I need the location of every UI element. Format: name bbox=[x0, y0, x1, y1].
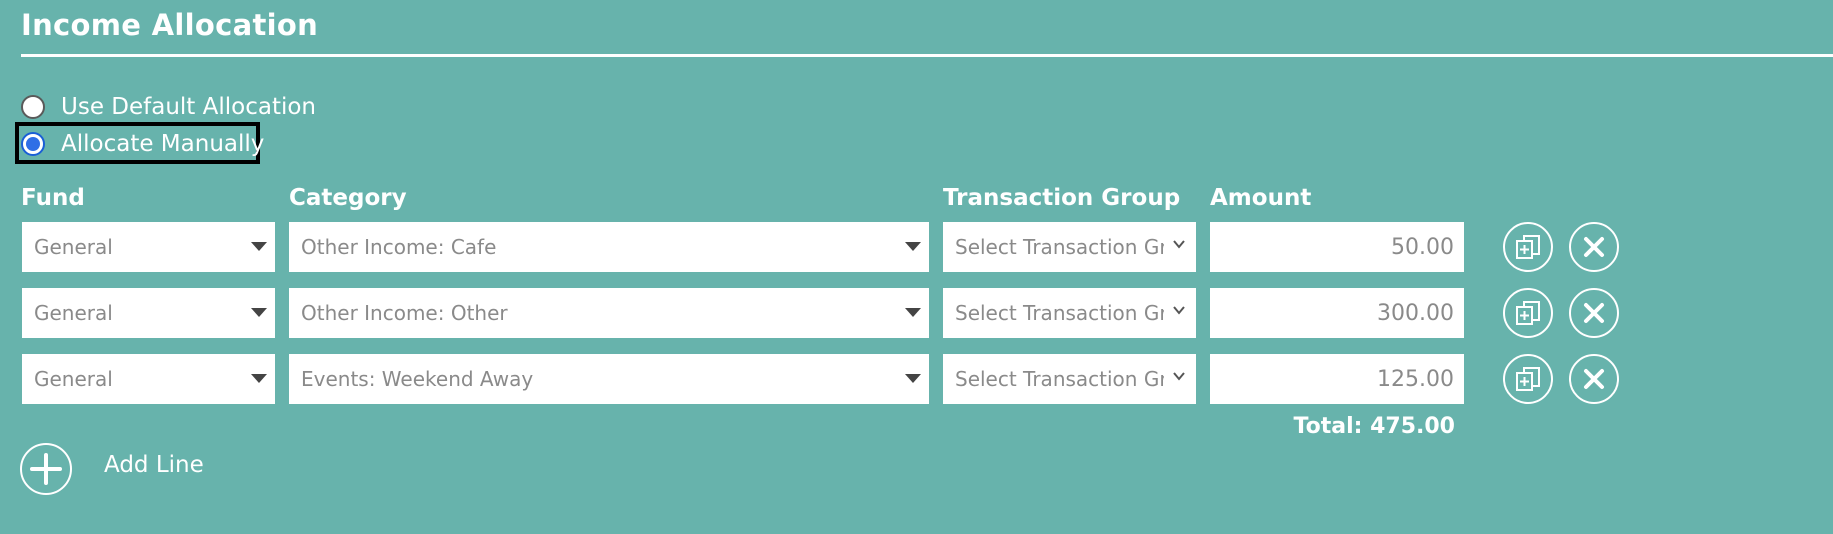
copy-line-icon bbox=[1516, 367, 1540, 391]
transaction-group-select-value: Select Transaction Grc bbox=[955, 367, 1164, 391]
remove-line-button[interactable] bbox=[1569, 288, 1619, 338]
fund-select[interactable]: General bbox=[22, 222, 275, 272]
caret-down-icon bbox=[905, 242, 921, 251]
category-select[interactable]: Other Income: Other bbox=[289, 288, 929, 338]
category-select-value: Events: Weekend Away bbox=[301, 367, 534, 391]
column-header-category: Category bbox=[289, 185, 407, 211]
radio-button-default[interactable] bbox=[21, 95, 45, 119]
add-line-label[interactable]: Add Line bbox=[104, 452, 204, 478]
caret-down-icon bbox=[905, 308, 921, 317]
fund-select-value: General bbox=[34, 235, 113, 259]
column-header-amount: Amount bbox=[1210, 185, 1312, 211]
fund-select-value: General bbox=[34, 367, 113, 391]
plus-icon bbox=[30, 453, 62, 485]
copy-line-icon bbox=[1516, 235, 1540, 259]
transaction-group-select[interactable]: Select Transaction Grc bbox=[943, 222, 1196, 272]
amount-input[interactable]: 125.00 bbox=[1210, 354, 1464, 404]
remove-line-icon bbox=[1584, 237, 1604, 257]
title-divider bbox=[21, 54, 1833, 57]
transaction-group-select-value: Select Transaction Grc bbox=[955, 235, 1164, 259]
column-header-fund: Fund bbox=[21, 185, 85, 211]
copy-line-button[interactable] bbox=[1503, 288, 1553, 338]
caret-down-icon bbox=[251, 308, 267, 317]
category-select[interactable]: Events: Weekend Away bbox=[289, 354, 929, 404]
amount-input[interactable]: 50.00 bbox=[1210, 222, 1464, 272]
remove-line-button[interactable] bbox=[1569, 222, 1619, 272]
remove-line-icon bbox=[1584, 369, 1604, 389]
category-select-value: Other Income: Cafe bbox=[301, 235, 497, 259]
remove-line-button[interactable] bbox=[1569, 354, 1619, 404]
caret-down-icon bbox=[251, 242, 267, 251]
transaction-group-select-value: Select Transaction Grc bbox=[955, 301, 1164, 325]
transaction-group-select[interactable]: Select Transaction Grc bbox=[943, 288, 1196, 338]
column-header-transaction-group: Transaction Group bbox=[943, 185, 1181, 211]
section-title: Income Allocation bbox=[21, 8, 319, 42]
radio-label-manual: Allocate Manually bbox=[61, 131, 265, 157]
radio-use-default[interactable]: Use Default Allocation bbox=[21, 90, 316, 124]
copy-line-button[interactable] bbox=[1503, 222, 1553, 272]
amount-input[interactable]: 300.00 bbox=[1210, 288, 1464, 338]
radio-button-manual[interactable] bbox=[21, 132, 45, 156]
radio-label-default: Use Default Allocation bbox=[61, 94, 317, 120]
remove-line-icon bbox=[1584, 303, 1604, 323]
fund-select-value: General bbox=[34, 301, 113, 325]
add-line-button[interactable] bbox=[20, 443, 72, 495]
caret-down-icon bbox=[251, 374, 267, 383]
fund-select[interactable]: General bbox=[22, 354, 275, 404]
transaction-group-select[interactable]: Select Transaction Grc bbox=[943, 354, 1196, 404]
copy-line-button[interactable] bbox=[1503, 354, 1553, 404]
chevron-down-icon bbox=[1173, 306, 1185, 315]
allocation-total: Total: 475.00 bbox=[1293, 414, 1455, 439]
chevron-down-icon bbox=[1173, 240, 1185, 249]
category-select-value: Other Income: Other bbox=[301, 301, 508, 325]
caret-down-icon bbox=[905, 374, 921, 383]
radio-allocate-manually[interactable]: Allocate Manually bbox=[21, 127, 264, 161]
copy-line-icon bbox=[1516, 301, 1540, 325]
chevron-down-icon bbox=[1173, 372, 1185, 381]
fund-select[interactable]: General bbox=[22, 288, 275, 338]
category-select[interactable]: Other Income: Cafe bbox=[289, 222, 929, 272]
